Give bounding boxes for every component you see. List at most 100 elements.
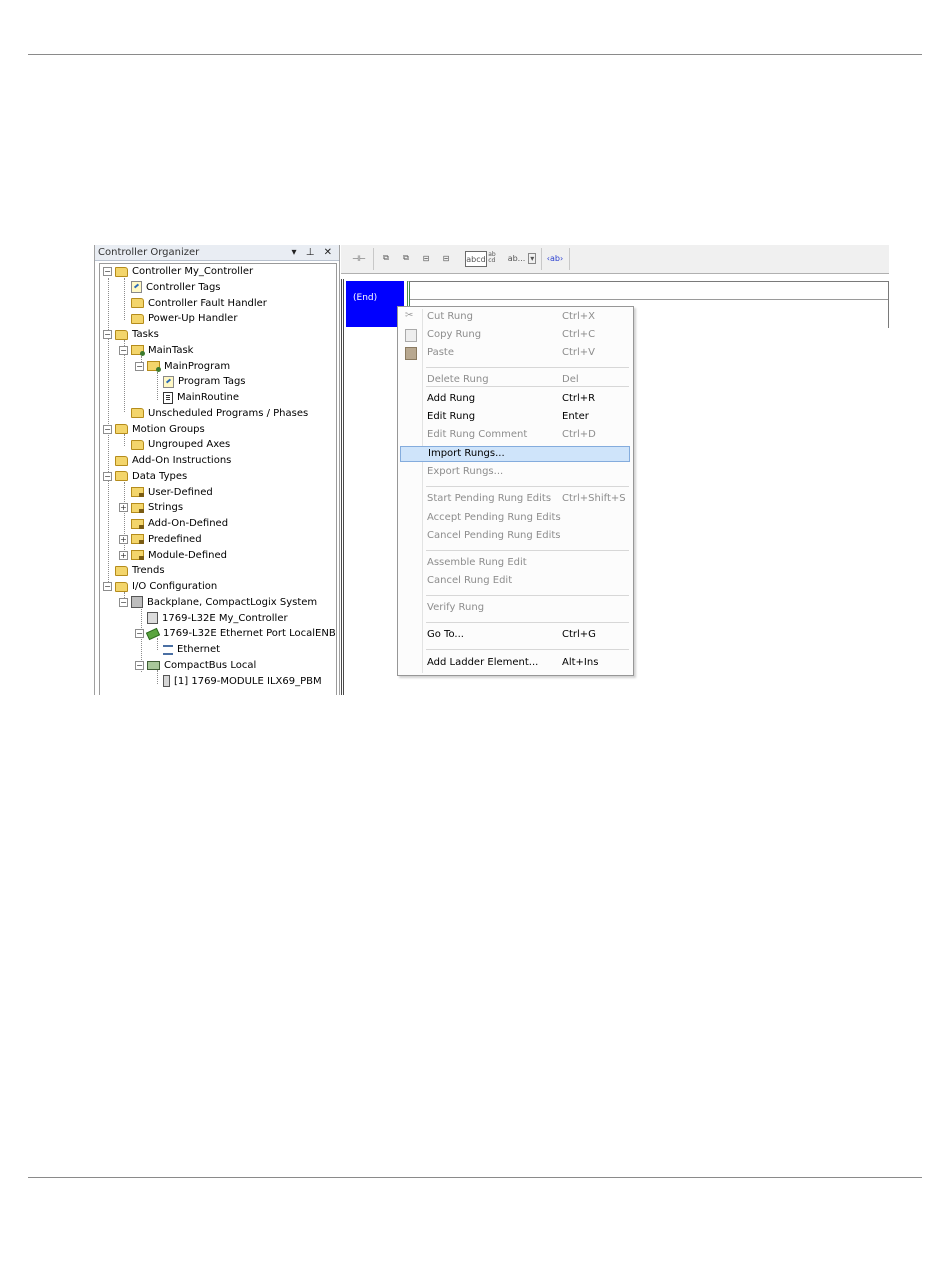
tree-item[interactable]: 1769-L32E My_Controller (135, 611, 288, 626)
chevron-down-icon[interactable]: ▾ (528, 252, 537, 264)
folder-icon (131, 439, 144, 450)
abcd-button[interactable]: abcd (465, 251, 487, 267)
bus-icon (147, 660, 160, 670)
tree-item[interactable]: Add-On Instructions (103, 453, 231, 468)
menu-separator (426, 486, 629, 487)
tree-item[interactable]: Unscheduled Programs / Phases (119, 406, 308, 421)
menu-item-add-rung[interactable]: Add Rung Ctrl+R (400, 391, 630, 407)
collapse-icon[interactable]: − (103, 471, 112, 481)
xic-button[interactable]: ⊟ (419, 251, 433, 265)
xio-button[interactable]: ⊟ (439, 251, 453, 265)
tree-item[interactable]: − MainProgram (135, 359, 230, 374)
menu-item-delete-rung[interactable]: Delete Rung Del (400, 372, 630, 388)
menu-item-shortcut: Ctrl+C (562, 329, 596, 340)
menu-item-paste[interactable]: Paste Ctrl+V (400, 345, 630, 361)
menu-item-cut-rung[interactable]: Cut Rung Ctrl+X (400, 308, 630, 325)
menu-item-cancel-rung-edit[interactable]: Cancel Rung Edit (400, 573, 630, 589)
tree-item[interactable]: − I/O Configuration (103, 579, 217, 594)
menu-item-verify-rung[interactable]: Verify Rung (400, 600, 630, 616)
tree-item[interactable]: − CompactBus Local (135, 658, 256, 673)
tree-item[interactable]: MainRoutine (151, 390, 239, 405)
tree-item-label: Backplane, CompactLogix System (147, 596, 318, 608)
menu-item-shortcut: Enter (562, 411, 589, 422)
pin-close-icons[interactable]: ▾ ⊥ ✕ (292, 245, 335, 260)
tree-item[interactable]: User-Defined (119, 485, 213, 500)
tree-item[interactable]: − Motion Groups (103, 422, 205, 437)
tree-item[interactable]: Ethernet (151, 642, 220, 657)
element-combo[interactable]: ab... ▾ (505, 251, 539, 265)
scissors-icon (405, 308, 415, 324)
menu-item-start-pending-rung-edits[interactable]: Start Pending Rung Edits Ctrl+Shift+S (400, 491, 630, 507)
tree-item[interactable]: [1] 1769-MODULE ILX69_PBM (151, 674, 322, 689)
tree-item[interactable]: Add-On-Defined (119, 516, 228, 531)
ab-tag-button[interactable]: ‹ab› (546, 251, 564, 265)
tree-item[interactable]: Ungrouped Axes (119, 437, 230, 452)
menu-item-go-to[interactable]: Go To... Ctrl+G (400, 627, 630, 643)
datatype-icon (131, 487, 144, 497)
menu-item-cancel-pending-rung-edits[interactable]: Cancel Pending Rung Edits (400, 528, 630, 544)
tree-item-label: User-Defined (148, 486, 213, 498)
branch-button[interactable]: ⧉ (379, 251, 393, 265)
tree-item[interactable]: − Tasks (103, 327, 159, 342)
tree-item[interactable]: + Strings (119, 500, 183, 515)
menu-item-label: Edit Rung Comment (427, 429, 528, 440)
collapse-icon[interactable]: − (103, 330, 112, 339)
collapse-icon[interactable]: − (135, 660, 144, 670)
menu-item-label: Import Rungs... (428, 448, 505, 459)
collapse-icon[interactable]: − (119, 345, 128, 355)
tree-item[interactable]: + Module-Defined (119, 548, 227, 563)
menu-item-shortcut: Ctrl+V (562, 347, 596, 358)
menu-item-edit-rung-comment[interactable]: Edit Rung Comment Ctrl+D (400, 427, 630, 443)
tree-item[interactable]: − Controller My_Controller (103, 264, 253, 279)
end-rung[interactable]: (End) (346, 281, 404, 327)
tree-item[interactable]: + Predefined (119, 532, 202, 547)
collapse-icon[interactable]: − (135, 361, 144, 371)
tree-item-label: Ethernet (177, 644, 221, 655)
tree-item[interactable]: Trends (103, 563, 165, 578)
tree-item[interactable]: Controller Fault Handler (119, 296, 267, 311)
abcd-stacked-button[interactable]: ab cd (486, 251, 498, 265)
folder-icon (131, 298, 144, 308)
menu-item-copy-rung[interactable]: Copy Rung Ctrl+C (400, 327, 630, 343)
tree-item[interactable]: − Data Types (103, 469, 187, 484)
menu-item-import-rungs[interactable]: Import Rungs... (400, 446, 630, 462)
rung-button[interactable]: ⊣⊢ (351, 251, 367, 265)
collapse-icon[interactable]: − (135, 629, 144, 639)
folder-icon (115, 565, 128, 576)
menu-item-edit-rung[interactable]: Edit Rung Enter (400, 409, 630, 425)
tree-item[interactable]: Program Tags (151, 374, 246, 389)
tree-item-label: Ungrouped Axes (148, 439, 231, 451)
expand-icon[interactable]: + (119, 550, 128, 560)
tree-item[interactable]: − 1769-L32E Ethernet Port LocalENB (135, 626, 336, 641)
menu-separator (426, 649, 629, 650)
tags-icon (131, 281, 142, 294)
tree-item-label: MainProgram (164, 360, 231, 372)
toolbar-separator (541, 248, 542, 270)
collapse-icon[interactable]: − (103, 424, 112, 434)
menu-item-label: Delete Rung (427, 374, 489, 385)
tree-item[interactable]: − MainTask (119, 343, 193, 358)
tree-item[interactable]: − Backplane, CompactLogix System (119, 595, 317, 610)
tree-item[interactable]: Power-Up Handler (119, 311, 237, 326)
expand-icon[interactable]: + (119, 534, 128, 544)
menu-item-assemble-rung-edit[interactable]: Assemble Rung Edit (400, 555, 630, 571)
tree-item[interactable]: Controller Tags (119, 280, 221, 295)
datatype-icon (131, 502, 144, 513)
folder-icon (115, 455, 128, 466)
menu-item-label: Export Rungs... (427, 466, 504, 477)
menu-item-export-rungs[interactable]: Export Rungs... (400, 464, 630, 480)
menu-item-add-ladder-element[interactable]: Add Ladder Element... Alt+Ins (400, 655, 630, 671)
collapse-icon[interactable]: − (103, 582, 112, 591)
menu-separator (426, 595, 629, 596)
cpu-icon (147, 612, 158, 624)
branch-level-button[interactable]: ⧉ (399, 251, 413, 265)
collapse-icon[interactable]: − (103, 267, 112, 276)
tree-item-label: Tasks (132, 329, 159, 340)
menu-item-accept-pending-rung-edits[interactable]: Accept Pending Rung Edits (400, 510, 630, 526)
copy-icon (405, 329, 417, 342)
menu-item-label: Verify Rung (427, 602, 485, 613)
expand-icon[interactable]: + (119, 503, 128, 513)
folder-icon (131, 313, 144, 324)
tree-item-label: MainRoutine (177, 392, 240, 403)
collapse-icon[interactable]: − (119, 597, 128, 607)
